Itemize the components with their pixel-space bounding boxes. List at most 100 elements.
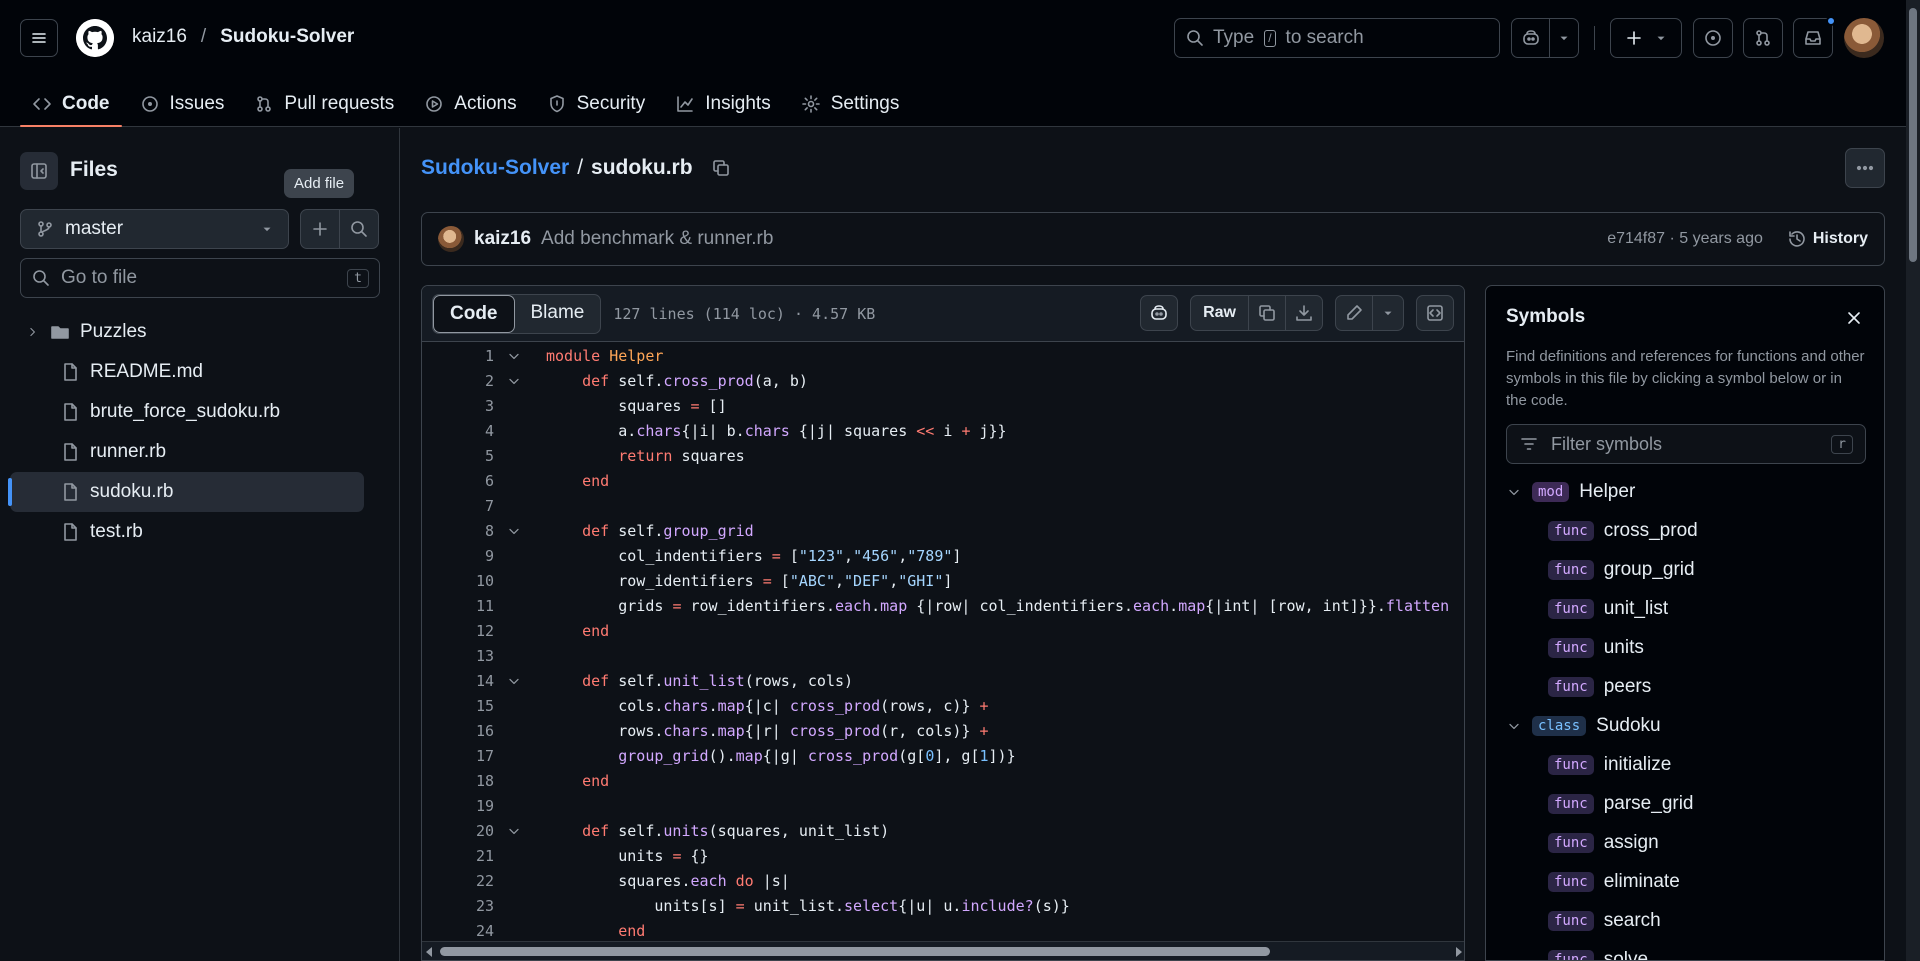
chevron-down-icon[interactable]: [1506, 484, 1522, 500]
more-options-button[interactable]: [1845, 148, 1885, 188]
fold-toggle[interactable]: [494, 373, 534, 389]
tree-file-readme[interactable]: README.md: [10, 352, 364, 392]
commit-author[interactable]: kaiz16: [474, 228, 531, 250]
line-number[interactable]: 21: [422, 847, 494, 865]
fold-toggle[interactable]: [494, 673, 534, 689]
line-number[interactable]: 1: [422, 347, 494, 365]
copilot-main[interactable]: [1512, 28, 1549, 48]
close-symbols-button[interactable]: [1844, 308, 1864, 328]
tree-folder-puzzles[interactable]: Puzzles: [10, 312, 364, 352]
search-files-button[interactable]: [339, 209, 379, 249]
create-new-button[interactable]: [1610, 18, 1682, 58]
scrollbar-thumb[interactable]: [440, 947, 1270, 956]
commit-message[interactable]: Add benchmark & runner.rb: [541, 228, 773, 250]
chevron-down-icon[interactable]: [1506, 718, 1522, 734]
pull-requests-button[interactable]: [1743, 18, 1783, 58]
symbol-item[interactable]: func search: [1506, 901, 1866, 940]
go-to-file-input[interactable]: Go to file t: [20, 258, 380, 298]
line-number[interactable]: 10: [422, 572, 494, 590]
tab-actions[interactable]: Actions: [412, 82, 528, 126]
line-number[interactable]: 13: [422, 647, 494, 665]
symbol-item[interactable]: func assign: [1506, 823, 1866, 862]
edit-file-button[interactable]: [1336, 296, 1373, 330]
collapse-sidebar-button[interactable]: [20, 152, 58, 190]
search-input[interactable]: Type / to search: [1174, 18, 1500, 58]
tree-file-runner[interactable]: runner.rb: [10, 432, 364, 472]
tab-pull-requests[interactable]: Pull requests: [242, 82, 406, 126]
symbol-item[interactable]: func units: [1506, 628, 1866, 667]
symbol-item[interactable]: func solve: [1506, 940, 1866, 960]
copilot-dropdown[interactable]: [1550, 31, 1578, 45]
line-number[interactable]: 8: [422, 522, 494, 540]
symbol-item[interactable]: mod Helper: [1506, 472, 1866, 511]
branch-selector[interactable]: master: [20, 209, 289, 249]
horizontal-scrollbar[interactable]: [422, 941, 1464, 960]
line-number[interactable]: 14: [422, 672, 494, 690]
commit-meta[interactable]: e714f87 · 5 years ago: [1607, 230, 1763, 248]
page-scrollbar[interactable]: [1906, 0, 1920, 961]
line-number[interactable]: 22: [422, 872, 494, 890]
add-file-button[interactable]: [300, 209, 340, 249]
page-scrollbar-thumb[interactable]: [1909, 8, 1917, 262]
tree-file-test[interactable]: test.rb: [10, 512, 364, 552]
line-number[interactable]: 17: [422, 747, 494, 765]
code-line: 7: [422, 493, 1464, 518]
symbol-item[interactable]: func eliminate: [1506, 862, 1866, 901]
tab-code[interactable]: Code: [20, 82, 122, 127]
repo-owner-link[interactable]: kaiz16: [132, 26, 187, 48]
line-number[interactable]: 23: [422, 897, 494, 915]
line-number[interactable]: 2: [422, 372, 494, 390]
symbol-item[interactable]: func unit_list: [1506, 589, 1866, 628]
line-number[interactable]: 9: [422, 547, 494, 565]
copilot-ask-button[interactable]: [1141, 296, 1177, 330]
raw-button[interactable]: Raw: [1191, 296, 1249, 330]
copilot-button[interactable]: [1511, 18, 1579, 58]
symbol-item[interactable]: func peers: [1506, 667, 1866, 706]
filter-symbols-input[interactable]: Filter symbols r: [1506, 424, 1866, 464]
symbol-item[interactable]: func initialize: [1506, 745, 1866, 784]
line-number[interactable]: 7: [422, 497, 494, 515]
line-number[interactable]: 15: [422, 697, 494, 715]
blame-view-tab[interactable]: Blame: [515, 295, 601, 333]
tree-file-sudoku[interactable]: sudoku.rb: [8, 472, 364, 512]
symbol-item[interactable]: class Sudoku: [1506, 706, 1866, 745]
history-button[interactable]: History: [1787, 229, 1868, 249]
tab-insights[interactable]: Insights: [663, 82, 782, 126]
commit-author-avatar[interactable]: [438, 226, 464, 252]
scroll-right-arrow[interactable]: [1456, 947, 1462, 957]
line-number[interactable]: 11: [422, 597, 494, 615]
copy-path-button[interactable]: [711, 158, 731, 178]
edit-dropdown-button[interactable]: [1373, 296, 1403, 330]
line-number[interactable]: 3: [422, 397, 494, 415]
symbol-item[interactable]: func cross_prod: [1506, 511, 1866, 550]
tab-security[interactable]: Security: [535, 82, 658, 126]
fold-toggle[interactable]: [494, 823, 534, 839]
line-number[interactable]: 4: [422, 422, 494, 440]
fold-toggle[interactable]: [494, 348, 534, 364]
symbols-panel-toggle[interactable]: [1417, 296, 1453, 330]
tab-settings[interactable]: Settings: [789, 82, 912, 126]
line-number[interactable]: 12: [422, 622, 494, 640]
scroll-left-arrow[interactable]: [426, 947, 432, 957]
download-button[interactable]: [1286, 296, 1322, 330]
line-number[interactable]: 5: [422, 447, 494, 465]
tab-issues[interactable]: Issues: [128, 82, 237, 126]
line-number[interactable]: 18: [422, 772, 494, 790]
fold-toggle[interactable]: [494, 523, 534, 539]
menu-button[interactable]: [20, 19, 58, 57]
line-number[interactable]: 20: [422, 822, 494, 840]
code-view-tab[interactable]: Code: [433, 294, 515, 333]
copy-raw-button[interactable]: [1249, 296, 1286, 330]
user-avatar[interactable]: [1844, 18, 1884, 58]
line-number[interactable]: 24: [422, 922, 494, 940]
issues-button[interactable]: [1693, 18, 1733, 58]
line-number[interactable]: 16: [422, 722, 494, 740]
symbol-item[interactable]: func parse_grid: [1506, 784, 1866, 823]
tree-file-brute-force[interactable]: brute_force_sudoku.rb: [10, 392, 364, 432]
line-number[interactable]: 6: [422, 472, 494, 490]
breadcrumb-repo-link[interactable]: Sudoku-Solver: [421, 156, 569, 180]
repo-name-link[interactable]: Sudoku-Solver: [220, 26, 354, 48]
symbol-item[interactable]: func group_grid: [1506, 550, 1866, 589]
line-number[interactable]: 19: [422, 797, 494, 815]
github-logo-icon[interactable]: [76, 19, 114, 57]
